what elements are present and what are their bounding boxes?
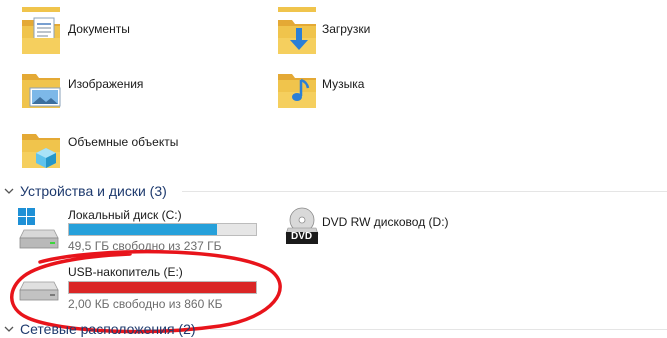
- section-divider: [182, 191, 667, 192]
- folder-label: Изображения: [68, 77, 144, 91]
- 3d-objects-folder-icon: [22, 134, 60, 168]
- folder-label: Загрузки: [322, 22, 371, 36]
- chevron-down-icon: [4, 326, 14, 332]
- folder-music[interactable]: Музыка: [274, 66, 474, 114]
- chevron-down-icon: [4, 188, 14, 194]
- drive-usage-bar: [68, 223, 257, 236]
- folder-label: Документы: [68, 22, 130, 36]
- folder-documents[interactable]: Документы: [18, 12, 218, 60]
- drive-name: DVD RW дисковод (D:): [322, 215, 449, 229]
- folder-pictures[interactable]: Изображения: [18, 66, 218, 114]
- section-divider: [210, 329, 667, 330]
- drive-name: Локальный диск (C:): [68, 208, 182, 222]
- folder-label: Объемные объекты: [68, 135, 179, 149]
- section-title: Устройства и диски (3): [20, 183, 167, 199]
- music-folder-icon: [278, 74, 316, 108]
- devices-section-header[interactable]: Устройства и диски (3): [0, 182, 167, 200]
- drive-usage-fill: [69, 224, 217, 235]
- folder-3d-objects[interactable]: Объемные объекты: [18, 126, 238, 174]
- drive-d[interactable]: DVD DVD RW дисковод (D:): [284, 206, 534, 256]
- pictures-folder-icon: [22, 74, 61, 108]
- folder-downloads[interactable]: Загрузки: [274, 12, 474, 60]
- downloads-folder-icon: [278, 20, 316, 54]
- folder-label: Музыка: [322, 77, 365, 91]
- network-section-header[interactable]: Сетевые расположения (2): [0, 320, 196, 338]
- cut-folder-icon-left: [22, 0, 62, 12]
- documents-folder-icon: [22, 17, 60, 54]
- cut-folder-icon-right: [278, 0, 318, 12]
